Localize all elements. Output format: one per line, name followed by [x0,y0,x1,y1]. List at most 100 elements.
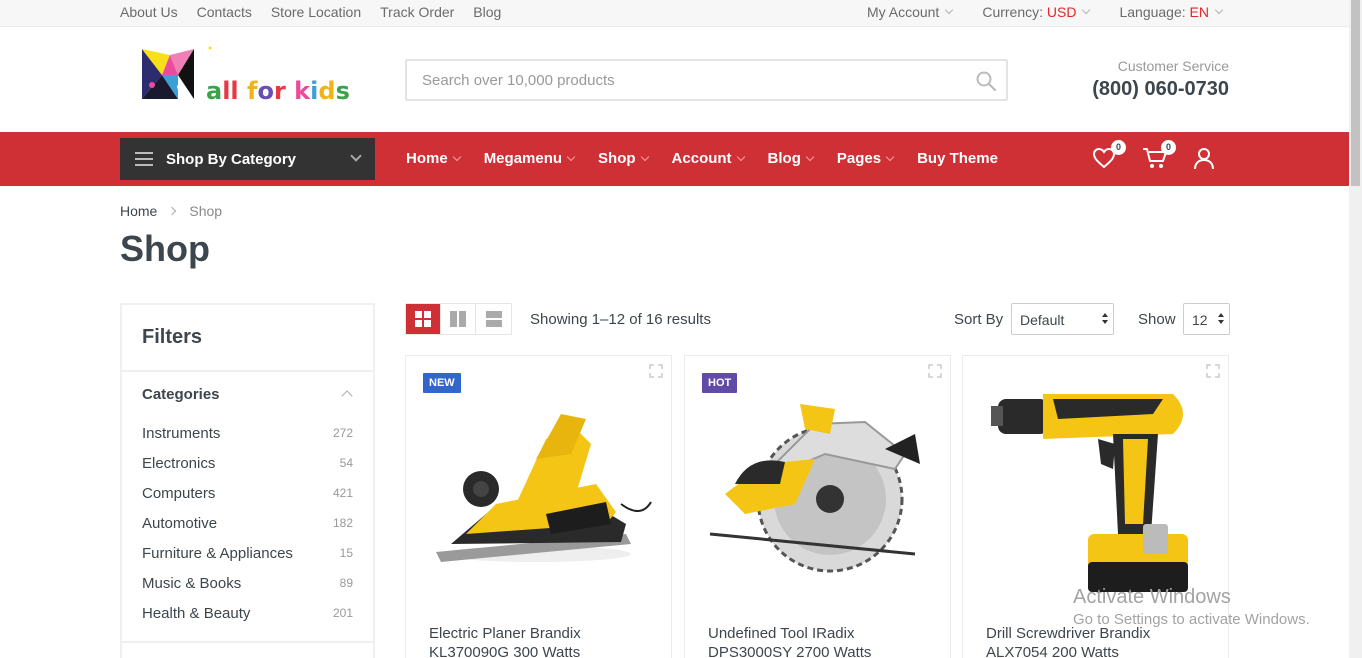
categories-title: Categories [142,386,220,403]
currency-dropdown[interactable]: Currency: USD [982,4,1091,20]
product-name[interactable]: Electric Planer Brandix KL370090G 300 Wa… [429,624,654,658]
chevron-right-icon [168,206,177,216]
nav-item-home[interactable]: Home [406,150,461,167]
grid-view-button[interactable] [406,304,441,334]
nav-item-label: Blog [767,150,801,167]
category-item[interactable]: Electronics 54 [142,448,353,478]
shop-by-category-button[interactable]: Shop By Category [120,138,375,180]
product-image-planer[interactable] [426,384,653,594]
currency-value: USD [1046,4,1077,20]
category-count: 272 [332,426,353,440]
currency-label: Currency: [982,4,1044,20]
site-header: all for kids Customer Service (800) 060-… [0,27,1349,132]
category-item[interactable]: Automotive 182 [142,508,353,538]
show-select-value: 12 [1192,312,1208,328]
category-item[interactable]: Instruments 272 [142,418,353,448]
search-input[interactable] [407,61,1006,99]
filters-title: Filters [122,305,373,372]
my-account-dropdown[interactable]: My Account [866,4,954,20]
language-value: EN [1189,4,1209,20]
chevron-down-icon [945,5,954,15]
product-image-circular-saw[interactable] [705,384,932,594]
search-icon[interactable] [976,71,996,91]
wishlist-count-badge: 0 [1111,140,1126,155]
menu-icon [135,152,153,166]
list-icon [485,311,502,327]
nav-item-label: Megamenu [483,150,563,167]
logo-icon: all for kids [142,46,350,105]
nav-item-megamenu[interactable]: Megamenu [483,150,576,167]
category-item[interactable]: Health & Beauty 201 [142,598,353,628]
breadcrumb: Home Shop [120,203,222,219]
wishlist-button[interactable]: 0 [1092,140,1126,172]
category-item[interactable]: Computers 421 [142,478,353,508]
nav-item-buy-theme[interactable]: Buy Theme [917,150,998,167]
show-select[interactable]: 12 [1183,303,1230,335]
category-count: 15 [339,546,353,560]
chevron-down-icon [1214,5,1224,15]
sort-select-value: Default [1020,312,1065,328]
category-item[interactable]: Furniture & Appliances 15 [142,538,353,568]
page-title: Shop [120,228,210,269]
top-link-track-order[interactable]: Track Order [380,4,454,20]
category-name: Music & Books [142,574,242,592]
category-name: Computers [142,484,216,502]
categories-toggle[interactable]: Categories [122,372,373,418]
main-nav: Shop By Category Home Megamenu Shop Acco… [0,132,1349,186]
chevron-down-icon [736,152,745,162]
quickview-icon[interactable] [649,364,663,378]
my-account-label: My Account [866,4,940,20]
category-count: 182 [332,516,353,530]
nav-item-blog[interactable]: Blog [767,150,815,167]
quickview-icon[interactable] [928,364,942,378]
language-label: Language: [1119,4,1186,20]
top-link-about-us[interactable]: About Us [120,4,178,20]
category-item[interactable]: Music & Books 89 [142,568,353,598]
chevron-up-icon [341,390,353,402]
top-right-menu: My Account Currency: USD Language: EN [837,4,1224,20]
category-count: 89 [339,576,353,590]
site-logo[interactable]: all for kids [140,45,355,105]
sort-select[interactable]: Default [1011,303,1114,335]
nav-item-label: Account [671,150,732,167]
category-list: Instruments 272 Electronics 54 Computers 42… [122,418,373,628]
product-card[interactable]: HOT Undefined Tool IRadix DPS3000SY 2700… [684,355,951,658]
nav-menu: Home Megamenu Shop Account Blog Pages Bu… [406,150,1022,167]
account-button[interactable] [1192,146,1218,172]
shop-by-category-label: Shop By Category [166,150,297,168]
product-card[interactable]: NEW Electric Planer Brandix KL370090G 30… [405,355,672,658]
customer-service-phone[interactable]: (800) 060-0730 [1092,78,1229,101]
top-bar: About Us Contacts Store Location Track O… [0,0,1349,27]
filters-panel: Filters Categories Instruments 272 Electr… [120,303,375,658]
chevron-down-icon [805,152,815,162]
customer-service: Customer Service (800) 060-0730 [1092,58,1229,101]
top-link-store-location[interactable]: Store Location [271,4,361,20]
top-link-blog[interactable]: Blog [473,4,501,20]
list-view-button[interactable] [476,304,511,334]
product-name[interactable]: Undefined Tool IRadix DPS3000SY 2700 Wat… [708,624,933,658]
quickview-icon[interactable] [1206,364,1220,378]
grid-with-features-button[interactable] [441,304,476,334]
scrollbar-thumb[interactable] [1351,0,1360,186]
language-dropdown[interactable]: Language: EN [1119,4,1224,20]
watermark-title: Activate Windows [1073,586,1231,608]
customer-service-label: Customer Service [1117,58,1229,74]
breadcrumb-home[interactable]: Home [120,203,157,219]
nav-item-shop[interactable]: Shop [598,150,649,167]
windows-activation-watermark: Activate Windows Go to Settings to activ… [1073,586,1310,628]
category-name: Health & Beauty [142,604,251,622]
nav-item-pages[interactable]: Pages [837,150,895,167]
category-count: 54 [339,456,353,470]
category-name: Furniture & Appliances [142,544,293,562]
search-box [405,59,1008,101]
nav-item-account[interactable]: Account [671,150,745,167]
top-links: About Us Contacts Store Location Track O… [120,4,520,20]
svg-text:all for kids: all for kids [206,77,350,103]
cart-button[interactable]: 0 [1142,140,1176,172]
page-scrollbar[interactable] [1349,0,1362,658]
top-link-contacts[interactable]: Contacts [197,4,252,20]
product-name[interactable]: Drill Screwdriver Brandix ALX7054 200 Wa… [986,624,1211,658]
filter-divider [122,641,373,643]
product-image-drill[interactable] [983,384,1210,594]
category-count: 201 [332,606,353,620]
